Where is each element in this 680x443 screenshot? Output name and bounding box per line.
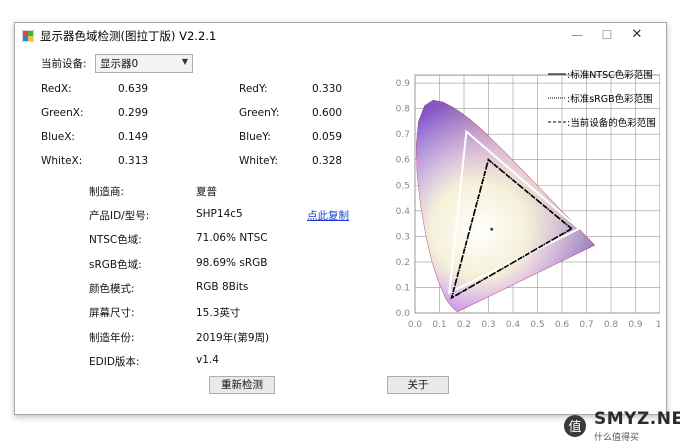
title-bar[interactable]: 显示器色域检测(图拉丁版) V2.2.1 — ☐ ✕ [15,23,666,49]
y-tick-label: 0.6 [396,156,411,166]
about-button[interactable]: 关于 [387,376,449,394]
ntsc-value: 71.06% NTSC [196,232,268,244]
white-x-label: WhiteX: [41,155,83,167]
edid-version-value: v1.4 [196,354,219,366]
redetect-button[interactable]: 重新检测 [209,376,275,394]
watermark-subtext: 什么值得买 [594,433,640,443]
x-tick-label: 0.7 [579,320,593,330]
x-tick-label: 0.6 [555,320,570,330]
legend-label: :当前设备的色彩范围 [567,117,656,129]
minimize-button[interactable]: — [563,26,591,44]
y-tick-label: 0.2 [396,258,410,268]
white-point-marker [490,227,494,231]
watermark-text: SMYZ.NET [594,409,680,429]
white-x-value: 0.313 [118,155,149,167]
screen-size-label: 屏幕尺寸: [89,307,135,319]
device-select-value: 显示器0 [100,58,139,70]
blue-x-label: BlueX: [41,131,75,143]
svg-text:值: 值 [568,419,581,435]
y-tick-label: 0.5 [396,181,410,191]
chevron-down-icon: ▼ [181,57,188,66]
maximize-button[interactable]: ☐ [593,26,621,44]
red-x-label: RedX: [41,83,72,95]
product-id-value: SHP14c5 [196,208,243,220]
x-tick-label: 0.5 [530,320,544,330]
green-y-label: GreenY: [239,107,280,119]
product-id-label: 产品ID/型号: [89,210,150,222]
y-tick-label: 0.1 [396,283,410,293]
srgb-value: 98.69% sRGB [196,257,268,269]
window-title: 显示器色域检测(图拉丁版) V2.2.1 [40,29,217,43]
close-button[interactable]: ✕ [623,26,651,44]
x-tick-label: 0.0 [408,320,423,330]
blue-y-label: BlueY: [239,131,271,143]
y-tick-label: 0.4 [396,207,411,217]
y-tick-label: 0.9 [396,79,411,89]
x-tick-label: 0.3 [481,320,495,330]
red-y-label: RedY: [239,83,268,95]
copy-link[interactable]: 点此复制 [307,208,349,223]
white-y-label: WhiteY: [239,155,279,167]
legend-label: :标准sRGB色彩范围 [567,93,653,105]
manufacture-year-label: 制造年份: [89,332,135,344]
legend-label: :标准NTSC色彩范围 [567,69,653,81]
srgb-label: sRGB色域: [89,259,142,271]
red-y-value: 0.330 [312,83,343,95]
app-window: 显示器色域检测(图拉丁版) V2.2.1 — ☐ ✕ 当前设备: 显示器0 ▼ … [14,22,667,415]
device-select[interactable]: 显示器0 ▼ [95,54,193,73]
y-tick-label: 0.3 [396,232,410,242]
green-x-value: 0.299 [118,107,149,119]
app-icon [22,30,34,42]
manufacturer-value: 夏普 [196,186,217,198]
screen-size-value: 15.3英寸 [196,307,241,319]
x-tick-label: 0.4 [506,320,521,330]
device-label: 当前设备: [41,58,87,70]
blue-y-value: 0.059 [312,131,343,143]
green-y-value: 0.600 [312,107,343,119]
color-mode-value: RGB 8Bits [196,281,249,293]
white-y-value: 0.328 [312,155,343,167]
green-x-label: GreenX: [41,107,84,119]
blue-x-value: 0.149 [118,131,149,143]
x-tick-label: 0.2 [457,320,471,330]
ntsc-label: NTSC色域: [89,234,142,246]
y-tick-label: 0.7 [396,130,410,140]
y-tick-label: 0.8 [396,105,411,115]
x-tick-label: 0.8 [604,320,619,330]
manufacture-year-value: 2019年(第9周) [196,332,270,344]
y-tick-label: 0.0 [396,309,411,319]
color-mode-label: 颜色模式: [89,283,135,295]
x-tick-label: 0.9 [628,320,643,330]
x-tick-label: 1. [656,320,660,330]
cie-chromaticity-chart: 0.0 0.1 0.2 0.3 0.4 0.5 0.6 0.7 0.8 0.9 1. 0.0 0.1 0.… [396,69,660,330]
red-x-value: 0.639 [118,83,149,95]
x-tick-label: 0.1 [432,320,446,330]
edid-version-label: EDID版本: [89,356,140,368]
manufacturer-label: 制造商: [89,186,125,198]
